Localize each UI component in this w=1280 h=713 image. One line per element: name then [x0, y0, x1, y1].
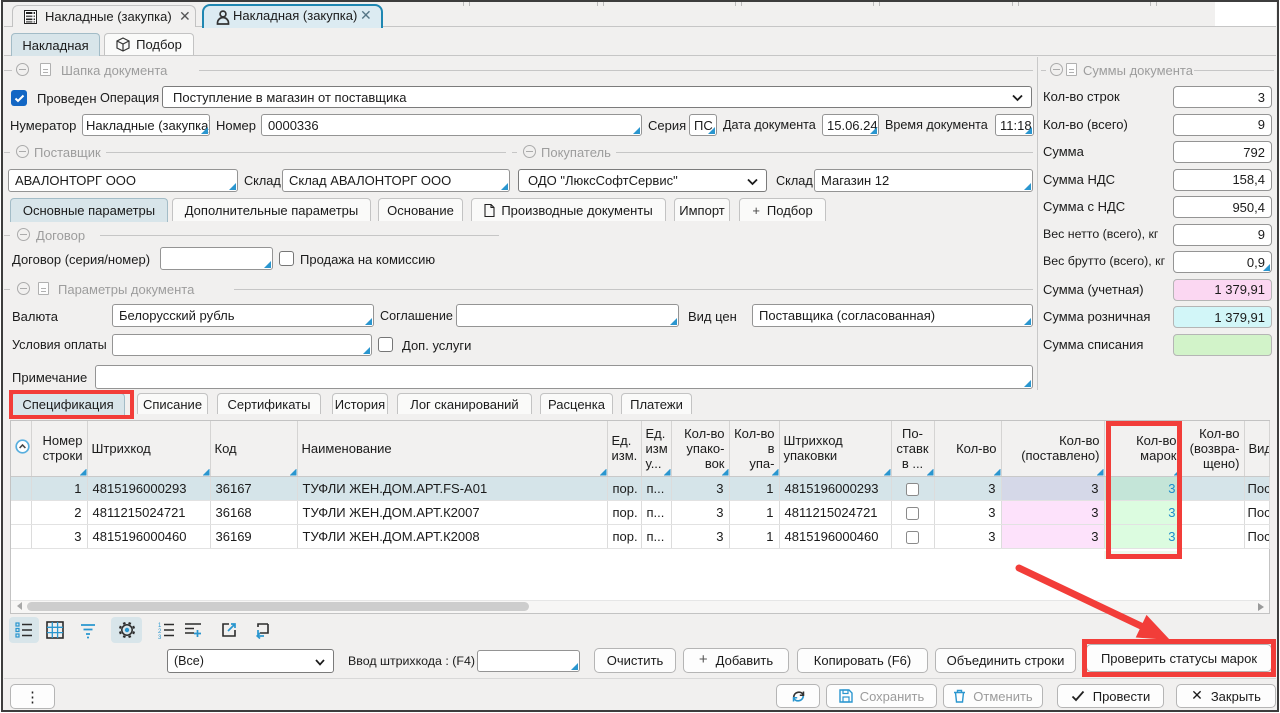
svg-text:3: 3 [158, 635, 162, 639]
